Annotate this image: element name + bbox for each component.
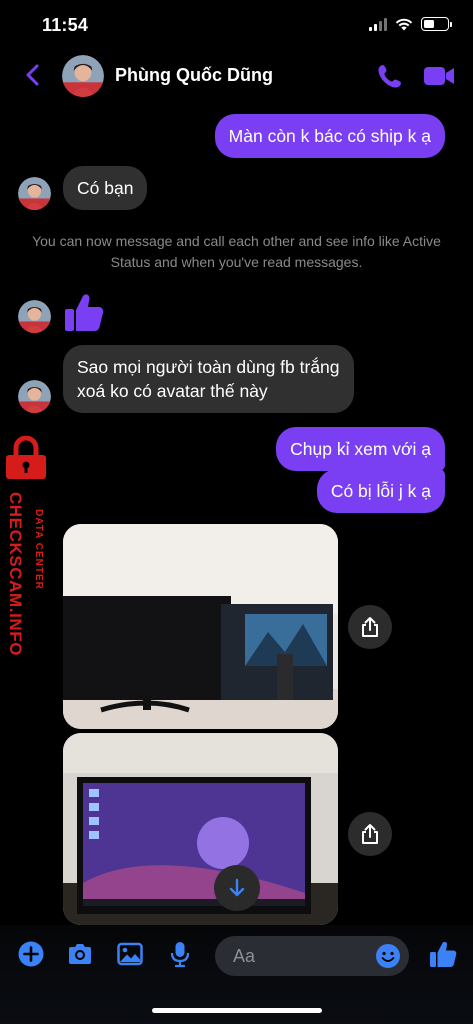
lock-icon <box>6 436 46 479</box>
message-line: xoá ko có avatar thế này <box>77 381 268 401</box>
wifi-icon <box>395 18 413 31</box>
image-icon[interactable] <box>115 939 145 969</box>
contact-avatar[interactable] <box>62 55 104 97</box>
photo-attachment[interactable] <box>63 733 338 925</box>
share-icon <box>362 824 378 844</box>
status-time: 11:54 <box>42 15 89 35</box>
phone-icon[interactable] <box>376 62 404 90</box>
message-input[interactable]: Aa <box>215 936 409 976</box>
share-button[interactable] <box>348 812 392 856</box>
contact-name[interactable]: Phùng Quốc Dũng <box>115 65 273 86</box>
watermark: CHECKSCAM.INFO DATA CENTER <box>0 436 56 666</box>
status-bar: 11:54 <box>0 0 473 50</box>
thumbs-up-icon[interactable] <box>428 939 458 969</box>
back-icon[interactable] <box>20 62 46 88</box>
contact-avatar-small <box>18 300 51 333</box>
arrow-down-icon <box>229 878 245 897</box>
photo-attachment[interactable] <box>63 524 338 729</box>
emoji-icon[interactable] <box>375 943 401 969</box>
system-notice: You can now message and call each other … <box>32 233 441 270</box>
message-input-placeholder: Aa <box>233 946 256 966</box>
outgoing-message[interactable]: Chụp kỉ xem với ạ <box>276 427 445 471</box>
share-icon <box>362 617 378 637</box>
contact-avatar-small <box>18 380 51 413</box>
message-line: Sao mọi người toàn dùng fb trắng <box>77 357 340 377</box>
camera-icon[interactable] <box>65 939 95 969</box>
outgoing-message[interactable]: Màn còn k bác có ship k ạ <box>214 114 445 158</box>
monitor-desktop-photo <box>63 733 338 925</box>
plus-icon[interactable] <box>16 939 46 969</box>
watermark-main-text: CHECKSCAM.INFO <box>6 491 26 657</box>
status-icons <box>369 17 452 31</box>
monitor-box-photo <box>63 524 338 729</box>
scroll-to-bottom-button[interactable] <box>214 865 260 911</box>
outgoing-message[interactable]: Có bị lỗi j k ạ <box>316 469 445 513</box>
battery-icon <box>421 17 452 31</box>
home-indicator <box>152 1008 322 1013</box>
incoming-message[interactable]: Sao mọi người toàn dùng fb trắng xoá ko … <box>63 345 354 413</box>
share-button[interactable] <box>348 605 392 649</box>
contact-avatar-small <box>18 177 51 210</box>
watermark-sub-text: DATA CENTER <box>32 508 44 590</box>
video-camera-icon[interactable] <box>422 62 456 90</box>
battery-level-fill <box>424 20 434 28</box>
incoming-message[interactable]: Có bạn <box>63 166 148 210</box>
microphone-icon[interactable] <box>165 939 195 969</box>
thumbs-up-icon[interactable] <box>62 290 106 334</box>
conversation-header: Phùng Quốc Dũng <box>0 50 473 102</box>
cellular-signal-icon <box>369 17 387 31</box>
